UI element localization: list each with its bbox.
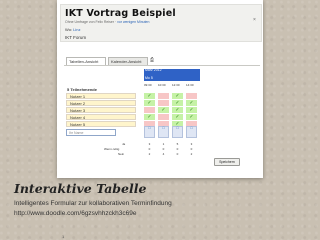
cross-icon [158,93,169,99]
page-number: 1 [62,234,65,239]
time-header: 12:30 [172,83,180,87]
count-value: 3 [190,142,193,146]
count-label-no: Nein [118,152,125,156]
check-icon: ✓ [144,100,155,106]
save-button[interactable]: Speichern [214,158,240,166]
cross-icon [158,100,169,106]
doodle-screenshot: IKT Vortrag Beispiel Ohne Umfrage von Fe… [60,2,262,176]
check-icon: ✓ [186,107,197,113]
count-value: 2 [148,152,151,156]
count-value: 4 [162,152,165,156]
participant-name[interactable]: Nutzer 2 [66,100,136,106]
poll-meta-time[interactable]: vor wenigen Minuten [117,20,149,24]
count-label-yes: Ja [122,142,126,146]
cross-icon [186,93,197,99]
count-value: 2 [190,152,193,156]
name-input[interactable]: Ihr Name [66,129,116,136]
option-checkbox[interactable]: ☐ [172,126,183,138]
time-header: 09:30 [144,83,152,87]
option-checkbox[interactable]: ☐ [158,126,169,138]
day-header: Mo 5 [144,75,200,81]
poll-location: Wo: Linz [65,27,81,32]
close-icon[interactable]: × [253,18,257,23]
location-value[interactable]: Linz [73,27,80,32]
count-value: 0 [190,147,193,151]
check-icon: ✓ [172,100,183,106]
count-label-maybe: Wenn-nötig [104,147,120,151]
count-value: 1 [162,142,165,146]
poll-meta-author: Ohne Umfrage von Felix Reiser [65,20,115,24]
check-icon: ✓ [172,93,183,99]
count-value: 0 [176,152,179,156]
location-label: Wo: [65,27,73,32]
tab-table-view[interactable]: Tabellen-Ansicht [66,57,106,65]
slide-heading: Interaktive Tabelle [14,181,147,196]
check-icon: ✓ [144,114,155,120]
print-icon[interactable]: ⎙ [150,58,156,63]
participant-name[interactable]: Nutzer 4 [66,114,136,120]
participant-name[interactable]: Nutzer 3 [66,107,136,113]
poll-meta: Ohne Umfrage von Felix Reiser · vor weni… [65,20,150,24]
poll-description: IKT Forum [65,35,87,40]
participant-name[interactable]: Nutzer 5 [66,121,136,127]
count-value: 5 [176,142,179,146]
poll-title: IKT Vortrag Beispiel [65,8,176,19]
option-checkbox[interactable]: ☐ [186,126,197,138]
count-value: 0 [162,147,165,151]
poll-table: März 2012 Mo 5 09:30 10:30 12:30 14:30 5… [64,65,260,176]
check-icon: ✓ [172,114,183,120]
tab-calendar-view[interactable]: Kalender-Ansicht [108,57,148,65]
count-value: 0 [176,147,179,151]
participant-name[interactable]: Nutzer 1 [66,93,136,99]
option-checkbox[interactable]: ☐ [144,126,155,138]
participants-header[interactable]: 5 Teilnehmende [67,87,97,92]
check-icon: ✓ [186,100,197,106]
check-icon: ✓ [172,107,183,113]
time-header: 10:30 [158,83,166,87]
cross-icon [158,114,169,120]
cross-icon [144,107,155,113]
check-icon: ✓ [144,93,155,99]
count-value: 3 [148,142,151,146]
time-header: 14:30 [186,83,194,87]
slide-url[interactable]: http://www.doodle.com/6gzsvhhzckh3c69e [14,210,136,217]
poll-header: IKT Vortrag Beispiel Ohne Umfrage von Fe… [60,4,262,42]
check-icon: ✓ [158,107,169,113]
check-icon: ✓ [186,114,197,120]
slide-subtitle: Intelligentes Formular zur kollaborative… [14,200,172,207]
count-value: 0 [148,147,151,151]
